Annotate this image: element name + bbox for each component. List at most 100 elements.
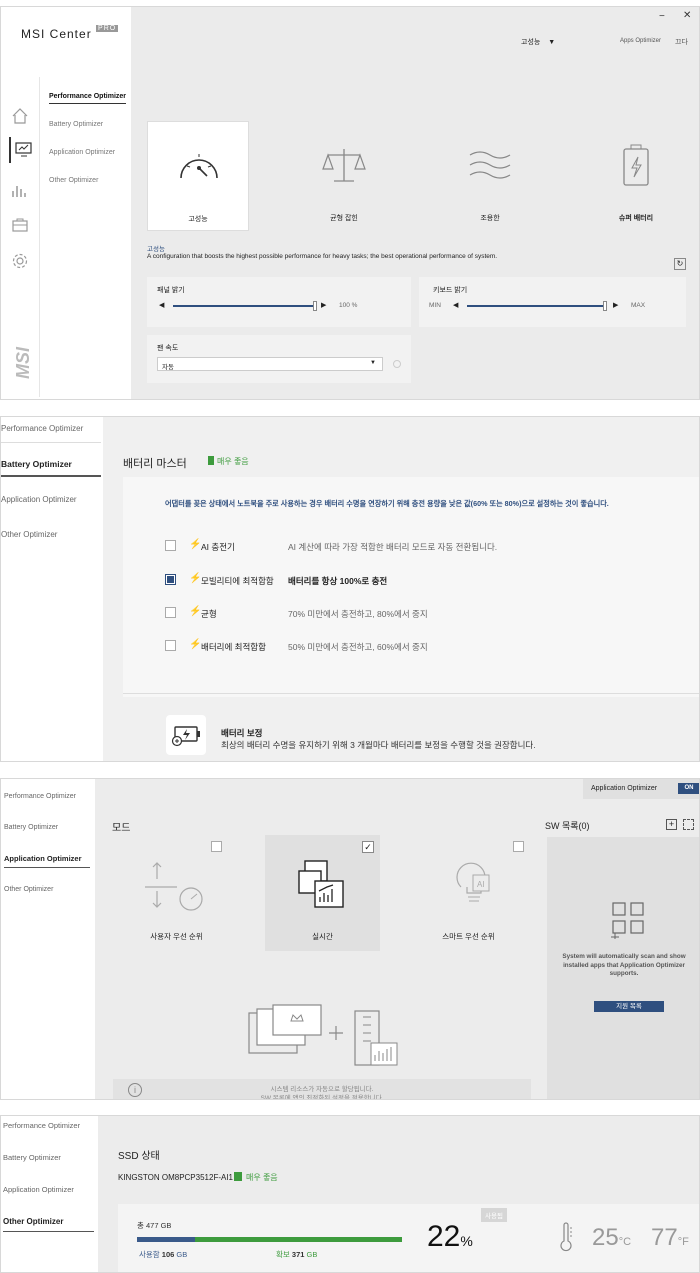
apps-optimizer-link[interactable]: Apps Optimizer: [620, 38, 661, 44]
app-optimizer-toggle[interactable]: ON: [678, 783, 699, 794]
home-icon[interactable]: [11, 107, 29, 125]
nav-performance-optimizer[interactable]: Performance Optimizer: [3, 1121, 80, 1130]
option-checkbox[interactable]: [165, 640, 176, 651]
chevron-down-icon: ▼: [370, 360, 376, 366]
nav-performance-optimizer[interactable]: Performance Optimizer: [1, 424, 101, 443]
close-icon[interactable]: ✕: [683, 10, 691, 21]
total-capacity: 총 477 GB: [137, 1221, 172, 1230]
nav-battery-optimizer[interactable]: Battery Optimizer: [4, 824, 58, 831]
refresh-icon[interactable]: ↻: [674, 258, 686, 270]
mode-checkbox[interactable]: [513, 841, 524, 852]
option-desc: 배터리를 항상 100%로 충전: [288, 576, 388, 586]
ai-bulb-icon: AI: [456, 862, 490, 902]
mode-card-high-performance[interactable]: 고성능: [147, 121, 249, 231]
option-mobility[interactable]: ⚡ 모빌리티에 최적합함 배터리를 항상 100%로 충전: [165, 571, 695, 591]
min-label: MIN: [429, 302, 441, 309]
supported-list-button[interactable]: 지원 목록: [594, 1001, 664, 1012]
sidebar: [1, 7, 131, 399]
slider-handle[interactable]: [313, 301, 317, 311]
option-balanced[interactable]: ⚡ 균형 70% 미만에서 충전하고, 80%에서 중지: [165, 604, 695, 624]
mode-real-time[interactable]: ✓ 실시간: [265, 835, 380, 951]
close-text[interactable]: 끄다: [675, 37, 688, 47]
battery-calibration-icon[interactable]: [166, 715, 206, 755]
option-desc: AI 계산에 따라 가장 적합한 배터리 모드로 자동 전환됩니다.: [288, 542, 498, 552]
mode-checkbox[interactable]: [211, 841, 222, 852]
mode-user-priority[interactable]: 사용자 우선 순위: [119, 835, 234, 951]
mode-card-super-battery[interactable]: 슈퍼 배터리: [585, 121, 687, 231]
battery-bolt-icon: [623, 144, 649, 186]
ssd-usage-card: 총 477 GB 사용함 106 GB 확보 371 GB 22% 사용됨 25…: [118, 1204, 699, 1272]
decrease-arrow-icon[interactable]: ◀: [453, 301, 458, 309]
scan-icon[interactable]: [683, 819, 694, 830]
performance-icon[interactable]: [9, 137, 33, 163]
nav-performance-optimizer[interactable]: Performance Optimizer: [4, 793, 76, 800]
nav-other-optimizer[interactable]: Other Optimizer: [49, 177, 98, 184]
battery-master-title: 배터리 마스터: [123, 458, 187, 470]
charge-options-card: 어댑터를 꽂은 상태에서 노트북을 주로 사용하는 경우 배터리 수명을 연장하…: [123, 477, 699, 697]
speedometer-icon: [180, 154, 218, 179]
nav-other-optimizer[interactable]: Other Optimizer: [4, 886, 53, 893]
ssd-usage-bar: [137, 1237, 402, 1242]
fan-speed-value: 자동: [162, 364, 174, 371]
status-text: 매우 좋음: [217, 457, 249, 466]
keyboard-brightness-card: 키보드 밝기 MIN ◀ ▶ MAX: [419, 277, 686, 327]
percent-sign: %: [460, 1233, 473, 1249]
fan-speed-select[interactable]: 자동 ▼: [157, 357, 383, 371]
nav-battery-optimizer[interactable]: Battery Optimizer: [3, 1153, 61, 1162]
mode-smart-priority[interactable]: AI 스마트 우선 순위: [411, 835, 526, 951]
max-label: MAX: [631, 302, 646, 309]
health-icon: [234, 1172, 242, 1181]
option-ai-charger[interactable]: ⚡ AI 충전기 AI 계산에 따라 가장 적합한 배터리 모드로 자동 전환됩…: [165, 537, 695, 557]
unit: GB: [176, 1250, 188, 1259]
nav-other-optimizer[interactable]: Other Optimizer: [3, 1217, 94, 1232]
ssd-used-fill: [137, 1237, 196, 1242]
battery-optimizer-window: Performance Optimizer Battery Optimizer …: [0, 416, 700, 762]
option-battery[interactable]: ⚡ 배터리에 최적합함 50% 미만에서 충전하고, 60%에서 중지: [165, 637, 695, 657]
unit: GB: [306, 1250, 318, 1259]
increase-arrow-icon[interactable]: ▶: [321, 301, 326, 309]
free-label: 확보: [276, 1250, 290, 1259]
panel-brightness-card: 패널 밝기 ◀ ▶ 100 %: [147, 277, 411, 327]
nav-other-optimizer[interactable]: Other Optimizer: [1, 530, 57, 539]
add-icon[interactable]: +: [666, 819, 677, 830]
nav-application-optimizer[interactable]: Application Optimizer: [3, 1185, 74, 1194]
mode-label: 실시간: [312, 932, 333, 941]
mode-label: 스마트 우선 순위: [442, 932, 495, 941]
app-optimizer-label: Application Optimizer: [591, 785, 658, 792]
sw-list-hint: System will automatically scan and show …: [562, 953, 686, 977]
nav-application-optimizer[interactable]: Application Optimizer: [49, 149, 115, 156]
percent-value: 22: [427, 1220, 461, 1253]
nav-application-optimizer[interactable]: Application Optimizer: [1, 495, 77, 504]
minimize-icon[interactable]: −: [659, 11, 665, 22]
ssd-device-name: KINGSTON OM8PCP3512F-AI1: [118, 1173, 233, 1182]
panel-brightness-slider[interactable]: [173, 301, 317, 311]
toolbox-icon[interactable]: [11, 217, 29, 233]
mode-checkbox-checked[interactable]: ✓: [362, 841, 374, 853]
calibration-desc: 최상의 배터리 수명을 유지하기 위해 3 개월마다 배터리를 보정을 수행할 …: [221, 740, 536, 750]
nav-performance-optimizer[interactable]: Performance Optimizer: [49, 93, 127, 104]
user-dropdown[interactable]: 고성능 ▼: [521, 37, 555, 47]
option-checkbox[interactable]: [165, 607, 176, 618]
option-checkbox[interactable]: [165, 540, 176, 551]
slider-handle[interactable]: [603, 301, 607, 311]
keyboard-brightness-slider[interactable]: [467, 301, 607, 311]
info-bar: i 시스템 리소스가 자동으로 할당됩니다. SW 목록에 앱의 최적화된 설정…: [113, 1079, 531, 1099]
mode-label: 고성능: [188, 216, 208, 223]
nav-battery-optimizer[interactable]: Battery Optimizer: [49, 121, 103, 128]
option-checkbox[interactable]: [165, 574, 176, 585]
nav-application-optimizer[interactable]: Application Optimizer: [4, 854, 90, 868]
option-label: AI 충전기: [201, 542, 235, 552]
gear-icon[interactable]: [11, 252, 29, 270]
performance-optimizer-window: MSI Center PRO MSI Performance Optimizer…: [0, 6, 700, 400]
wind-waves-icon: [469, 151, 511, 179]
increase-arrow-icon[interactable]: ▶: [613, 301, 618, 309]
nav-battery-optimizer[interactable]: Battery Optimizer: [1, 459, 101, 477]
mode-description: A configuration that boosts the highest …: [147, 253, 498, 260]
option-desc: 50% 미만에서 충전하고, 60%에서 중지: [288, 642, 428, 652]
option-label: 모빌리티에 최적합함: [201, 576, 274, 586]
mode-card-balanced[interactable]: 균형 잡힌: [293, 121, 395, 231]
decrease-arrow-icon[interactable]: ◀: [159, 301, 164, 309]
chart-icon[interactable]: [11, 182, 29, 198]
mode-card-silent[interactable]: 조용한: [439, 121, 541, 231]
fan-settings-icon[interactable]: [393, 360, 401, 368]
